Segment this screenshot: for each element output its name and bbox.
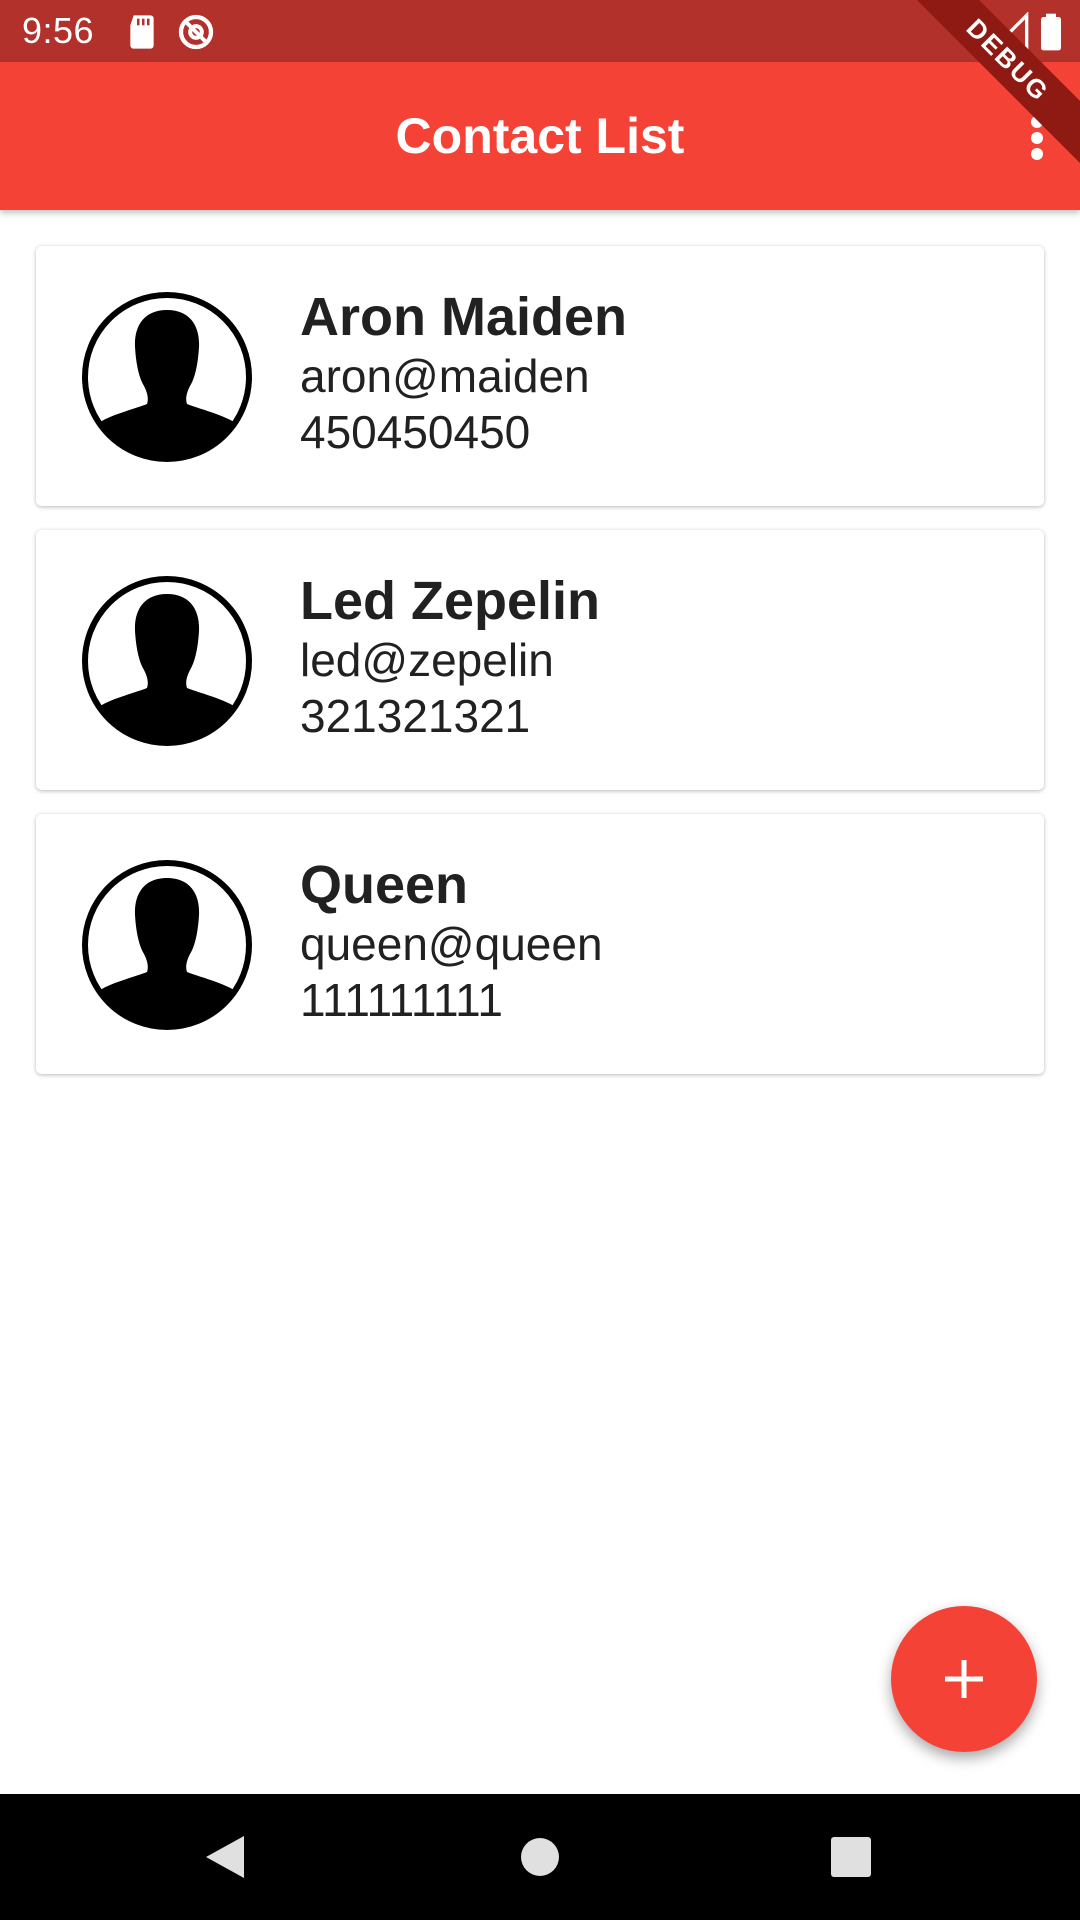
sync-icon [176, 12, 216, 52]
contact-info: Aron Maiden aron@maiden 450450450 [300, 286, 627, 460]
contact-name: Led Zepelin [300, 571, 601, 631]
nav-bar [0, 1794, 1080, 1920]
contact-card[interactable]: Led Zepelin led@zepelin 321321321 [36, 530, 1044, 790]
sd-card-icon [122, 12, 162, 52]
status-bar: 9:56 [0, 0, 1080, 62]
avatar-icon [82, 860, 252, 1030]
add-icon [945, 1660, 983, 1698]
app-bar: Contact List [0, 62, 1080, 210]
contact-email: queen@queen [300, 918, 603, 970]
avatar-icon [82, 576, 252, 746]
contact-phone: 450450450 [300, 406, 531, 458]
avatar-icon [82, 292, 252, 462]
battery-icon [1036, 12, 1076, 52]
contact-phone: 111111111 [300, 974, 503, 1026]
contact-email: led@zepelin [300, 634, 554, 686]
home-icon[interactable] [507, 1824, 573, 1890]
screen: 9:56 DEBUG Contact List Aron Maiden aron… [0, 0, 1080, 1920]
back-icon[interactable] [192, 1824, 258, 1890]
contact-list: Aron Maiden aron@maiden 450450450 Led Ze… [36, 246, 1044, 1098]
contact-name: Aron Maiden [300, 287, 628, 347]
contact-info: Queen queen@queen 111111111 [300, 854, 603, 1028]
add-contact-button[interactable] [891, 1606, 1037, 1752]
contact-email: aron@maiden [300, 350, 590, 402]
contact-phone: 321321321 [300, 690, 531, 742]
status-time: 9:56 [22, 10, 95, 51]
recents-icon[interactable] [818, 1824, 884, 1890]
contact-name: Queen [300, 855, 469, 915]
contact-card[interactable]: Queen queen@queen 111111111 [36, 814, 1044, 1074]
contact-info: Led Zepelin led@zepelin 321321321 [300, 570, 600, 744]
page-title: Contact List [395, 108, 685, 164]
contact-card[interactable]: Aron Maiden aron@maiden 450450450 [36, 246, 1044, 506]
